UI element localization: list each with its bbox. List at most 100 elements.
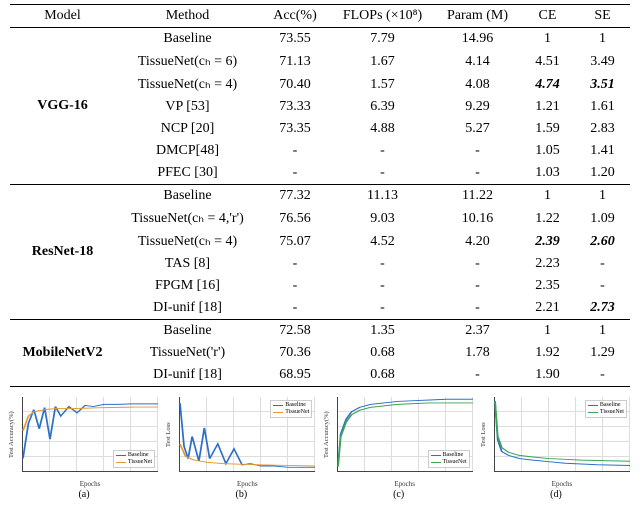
th-model: Model	[10, 5, 115, 28]
acc-cell: 71.13	[260, 50, 330, 73]
se-cell: 1	[575, 320, 630, 343]
ce-cell: 1.92	[520, 342, 575, 364]
se-cell: 3.51	[575, 73, 630, 96]
flops-cell: 4.52	[330, 230, 435, 253]
se-cell: -	[575, 253, 630, 275]
flops-cell: -	[330, 275, 435, 297]
se-cell: 2.73	[575, 297, 630, 320]
method-cell: TissueNet(cₕ = 4)	[115, 73, 260, 96]
acc-cell: 76.56	[260, 207, 330, 230]
param-cell: -	[435, 275, 520, 297]
plot-area: BaselineTissueNet	[494, 397, 630, 472]
param-cell: 10.16	[435, 207, 520, 230]
legend-item: Baseline	[588, 402, 624, 409]
flops-cell: 7.79	[330, 28, 435, 51]
legend-label: TissueNet	[128, 459, 152, 466]
table-row: MobileNetV2Baseline72.581.352.3711	[10, 320, 630, 343]
legend: BaselineTissueNet	[113, 450, 155, 468]
ce-cell: 4.74	[520, 73, 575, 96]
legend-item: TissueNet	[273, 409, 309, 416]
legend-swatch	[273, 405, 283, 406]
se-cell: 3.49	[575, 50, 630, 73]
se-cell: 1.61	[575, 96, 630, 118]
y-axis-label: Test Accuracy(%)	[323, 397, 330, 472]
se-cell: 2.60	[575, 230, 630, 253]
flops-cell: -	[330, 162, 435, 185]
param-cell: -	[435, 253, 520, 275]
legend-label: Baseline	[128, 452, 149, 459]
legend-swatch	[431, 455, 441, 456]
acc-cell: -	[260, 162, 330, 185]
se-cell: -	[575, 364, 630, 387]
legend: BaselineTissueNet	[585, 400, 627, 418]
x-axis-label: Epochs	[22, 480, 158, 488]
legend-swatch	[588, 412, 598, 413]
flops-cell: 0.68	[330, 364, 435, 387]
y-axis-label: Test Loss	[480, 397, 487, 472]
acc-cell: 73.35	[260, 118, 330, 140]
param-cell: 4.08	[435, 73, 520, 96]
se-cell: 2.83	[575, 118, 630, 140]
model-cell: VGG-16	[10, 28, 115, 185]
acc-cell: 70.40	[260, 73, 330, 96]
plot-area: BaselineTissueNet	[337, 397, 473, 472]
ce-cell: 2.35	[520, 275, 575, 297]
legend-label: Baseline	[443, 452, 464, 459]
method-cell: TissueNet(cₕ = 6)	[115, 50, 260, 73]
plot-area: BaselineTissueNet	[22, 397, 158, 472]
model-cell: MobileNetV2	[10, 320, 115, 387]
method-cell: DI-unif [18]	[115, 364, 260, 387]
legend-item: TissueNet	[588, 409, 624, 416]
acc-cell: -	[260, 253, 330, 275]
ce-cell: 1.21	[520, 96, 575, 118]
param-cell: 4.14	[435, 50, 520, 73]
se-cell: 1	[575, 185, 630, 208]
legend-item: Baseline	[273, 402, 309, 409]
legend-label: TissueNet	[600, 409, 624, 416]
ce-cell: 1.22	[520, 207, 575, 230]
chart-c: BaselineTissueNetTest Accuracy(%)Epochs(…	[323, 393, 475, 488]
method-cell: Baseline	[115, 320, 260, 343]
chart-b: BaselineTissueNetTest LossEpochs(b)	[165, 393, 317, 488]
flops-cell: 11.13	[330, 185, 435, 208]
table-row: VGG-16Baseline73.557.7914.9611	[10, 28, 630, 51]
x-axis-label: Epochs	[337, 480, 473, 488]
flops-cell: 0.68	[330, 342, 435, 364]
acc-cell: -	[260, 297, 330, 320]
method-cell: DI-unif [18]	[115, 297, 260, 320]
acc-cell: 73.33	[260, 96, 330, 118]
flops-cell: 1.57	[330, 73, 435, 96]
y-axis-label: Test Accuracy(%)	[8, 397, 15, 472]
acc-cell: 70.36	[260, 342, 330, 364]
legend-label: Baseline	[600, 402, 621, 409]
th-se: SE	[575, 5, 630, 28]
legend-swatch	[588, 405, 598, 406]
legend-label: TissueNet	[443, 459, 467, 466]
param-cell: 14.96	[435, 28, 520, 51]
acc-cell: -	[260, 275, 330, 297]
method-cell: VP [53]	[115, 96, 260, 118]
chart-caption: (b)	[165, 489, 317, 500]
ce-cell: 1.90	[520, 364, 575, 387]
flops-cell: 6.39	[330, 96, 435, 118]
method-cell: NCP [20]	[115, 118, 260, 140]
method-cell: PFEC [30]	[115, 162, 260, 185]
acc-cell: 77.32	[260, 185, 330, 208]
param-cell: 9.29	[435, 96, 520, 118]
method-cell: Baseline	[115, 28, 260, 51]
acc-cell: -	[260, 140, 330, 162]
th-method: Method	[115, 5, 260, 28]
flops-cell: -	[330, 297, 435, 320]
ce-cell: 1	[520, 320, 575, 343]
param-cell: 2.37	[435, 320, 520, 343]
se-cell: 1	[575, 28, 630, 51]
se-cell: 1.29	[575, 342, 630, 364]
chart-a: BaselineTissueNetTest Accuracy(%)Epochs(…	[8, 393, 160, 488]
chart-d: BaselineTissueNetTest LossEpochs(d)	[480, 393, 632, 488]
method-cell: TissueNet(cₕ = 4,'r')	[115, 207, 260, 230]
se-cell: 1.20	[575, 162, 630, 185]
legend-label: TissueNet	[285, 409, 309, 416]
acc-cell: 72.58	[260, 320, 330, 343]
legend-item: TissueNet	[431, 459, 467, 466]
x-axis-label: Epochs	[179, 480, 315, 488]
